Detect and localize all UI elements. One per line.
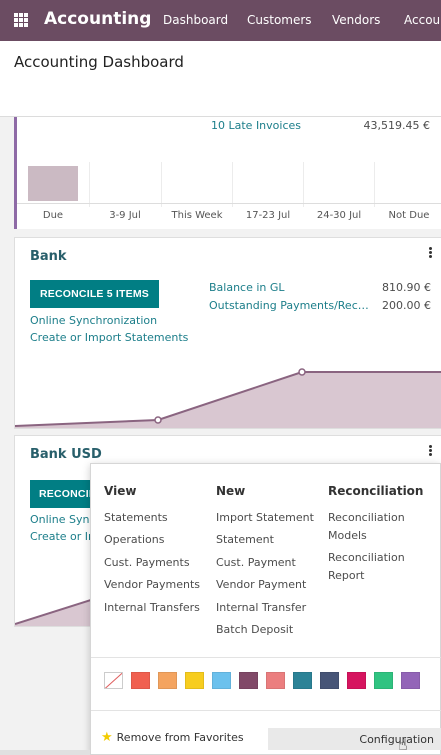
bank-card: Bank RECONCILE 5 ITEMS Online Synchroniz… <box>14 237 441 429</box>
bank-usd-card-title[interactable]: Bank USD <box>30 447 102 462</box>
bank-balance-chart <box>15 368 441 428</box>
bank-chart-point <box>154 416 162 424</box>
outstanding-payments-link[interactable]: Outstanding Payments/Rec… <box>209 299 369 312</box>
invoices-card: 10 Late Invoices 43,519.45 € Due 3-9 Jul… <box>14 117 441 229</box>
star-icon: ★ <box>101 730 113 745</box>
card-options-dropdown: View Statements Operations Cust. Payment… <box>90 463 441 755</box>
menu-accounting[interactable]: Accounting <box>404 13 441 27</box>
chart-axis <box>17 203 441 204</box>
view-heading: View <box>104 484 137 498</box>
reconcile-button[interactable]: RECONCILE 5 ITEMS <box>30 280 159 308</box>
reconcile-button[interactable]: RECONCILE <box>30 480 92 508</box>
bank-usd-chart <box>15 599 91 626</box>
chart-bar-due[interactable] <box>28 166 78 201</box>
new-statement[interactable]: Statement <box>216 531 274 549</box>
color-swatch-dark-purple[interactable] <box>239 672 258 689</box>
reconciliation-models[interactable]: Reconciliation Models <box>328 509 418 545</box>
late-invoices-link[interactable]: 10 Late Invoices <box>211 119 301 132</box>
kebab-menu-icon[interactable] <box>429 247 432 258</box>
view-statements[interactable]: Statements <box>104 509 168 527</box>
color-swatch-green[interactable] <box>374 672 393 689</box>
new-batch-deposit[interactable]: Batch Deposit <box>216 621 293 639</box>
create-import-statements-link[interactable]: Create or Import Statements <box>30 331 188 344</box>
hand-cursor-icon: ☝ <box>398 735 408 754</box>
dropdown-divider <box>91 657 441 658</box>
view-vendor-payments[interactable]: Vendor Payments <box>104 576 200 594</box>
app-name[interactable]: Accounting <box>44 9 151 29</box>
kebab-menu-icon[interactable] <box>429 445 432 456</box>
chart-label-17-23-jul: 17-23 Jul <box>245 210 291 221</box>
color-swatch-teal[interactable] <box>293 672 312 689</box>
chart-gridline <box>232 162 233 207</box>
chart-label-not-due: Not Due <box>388 210 430 221</box>
online-sync-link[interactable]: Online Synchronization <box>30 513 90 526</box>
menu-customers[interactable]: Customers <box>247 13 312 27</box>
new-vendor-payment[interactable]: Vendor Payment <box>216 576 306 594</box>
bank-chart-area <box>15 372 441 428</box>
color-swatch-yellow[interactable] <box>185 672 204 689</box>
chart-label-24-30-jul: 24-30 Jul <box>316 210 362 221</box>
color-swatch-salmon[interactable] <box>266 672 285 689</box>
chart-gridline <box>303 162 304 207</box>
balance-gl-link[interactable]: Balance in GL <box>209 281 285 294</box>
new-heading: New <box>216 484 246 498</box>
apps-grid-icon[interactable] <box>14 13 28 27</box>
page-title: Accounting Dashboard <box>14 53 184 71</box>
remove-favorites-label: Remove from Favorites <box>116 731 244 744</box>
view-operations[interactable]: Operations <box>104 531 164 549</box>
new-internal-transfer[interactable]: Internal Transfer <box>216 599 306 617</box>
color-swatch-purple[interactable] <box>401 672 420 689</box>
chart-gridline <box>374 162 375 207</box>
bank-card-title[interactable]: Bank <box>30 249 67 264</box>
outstanding-payments-value: 200.00 € <box>382 299 431 312</box>
control-panel: Accounting Dashboard <box>0 41 441 117</box>
top-navbar: Accounting Dashboard Customers Vendors A… <box>0 0 441 41</box>
menu-vendors[interactable]: Vendors <box>332 13 380 27</box>
chart-label-3-9-jul: 3-9 Jul <box>109 210 141 221</box>
late-invoices-amount: 43,519.45 € <box>363 119 430 132</box>
color-swatch-red[interactable] <box>131 672 150 689</box>
new-cust-payment[interactable]: Cust. Payment <box>216 554 296 572</box>
online-sync-link[interactable]: Online Synchronization <box>30 314 157 327</box>
menu-dashboard[interactable]: Dashboard <box>163 13 228 27</box>
bank-chart-point <box>298 368 306 376</box>
color-swatch-navy[interactable] <box>320 672 339 689</box>
dropdown-divider <box>91 710 441 711</box>
new-import-statement[interactable]: Import Statement <box>216 509 314 527</box>
view-internal-transfers[interactable]: Internal Transfers <box>104 599 200 617</box>
chart-label-this-week: This Week <box>171 210 223 221</box>
color-swatch-orange[interactable] <box>158 672 177 689</box>
chart-label-due: Due <box>42 210 64 221</box>
color-swatch-none[interactable] <box>104 672 123 689</box>
configuration-button[interactable]: Configuration <box>268 728 441 750</box>
view-cust-payments[interactable]: Cust. Payments <box>104 554 190 572</box>
balance-gl-value: 810.90 € <box>382 281 431 294</box>
bottom-scroll-strip <box>0 750 90 755</box>
color-swatch-light-blue[interactable] <box>212 672 231 689</box>
chart-gridline <box>161 162 162 207</box>
reconciliation-heading: Reconciliation <box>328 484 424 498</box>
reconciliation-report[interactable]: Reconciliation Report <box>328 549 418 585</box>
remove-favorites-button[interactable]: ★ Remove from Favorites <box>101 730 244 745</box>
color-swatch-crimson[interactable] <box>347 672 366 689</box>
create-import-statements-link[interactable]: Create or Import Statements <box>30 530 90 543</box>
chart-gridline <box>89 162 90 207</box>
